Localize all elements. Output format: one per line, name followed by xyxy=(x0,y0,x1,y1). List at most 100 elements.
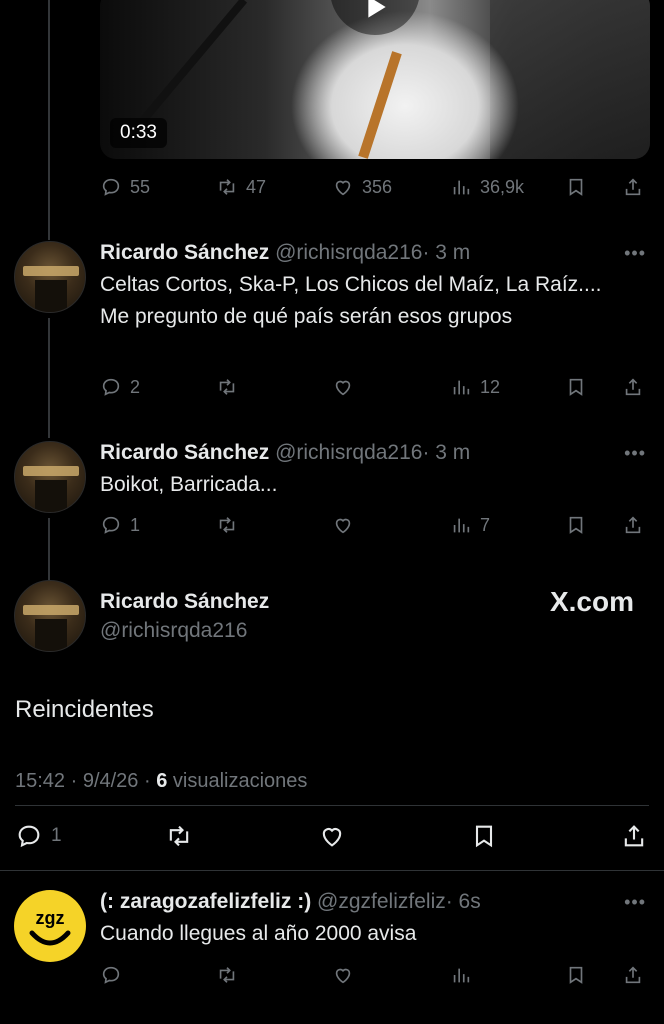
author-handle[interactable]: @richisrqda216 xyxy=(275,441,422,464)
views-button[interactable] xyxy=(450,964,472,986)
tweet-actions xyxy=(100,960,650,990)
retweet-count: 47 xyxy=(246,176,267,197)
share-button[interactable] xyxy=(622,376,644,398)
more-icon[interactable]: ••• xyxy=(624,443,646,464)
author-handle[interactable]: @zgzfelizfeliz xyxy=(317,890,446,913)
avatar[interactable] xyxy=(14,441,86,513)
divider xyxy=(0,870,664,871)
more-icon[interactable]: ••• xyxy=(624,892,646,913)
like-icon xyxy=(335,968,351,984)
like-button[interactable]: 356 xyxy=(332,176,392,198)
tweet-actions: 55 47 356 36,9k xyxy=(100,172,650,202)
reply-button[interactable]: 55 xyxy=(100,176,150,198)
retweet-icon xyxy=(219,179,235,195)
tweet-text: Cuando llegues al año 2000 avisa xyxy=(100,922,417,945)
video-duration: 0:33 xyxy=(110,118,167,148)
tweet-time: · 6s xyxy=(445,890,481,913)
bookmark-icon xyxy=(569,378,583,396)
like-icon xyxy=(322,828,342,847)
like-button[interactable] xyxy=(332,376,354,398)
views-icon xyxy=(453,518,470,533)
tweet-actions: 2 12 xyxy=(100,372,650,402)
bookmark-icon xyxy=(569,516,583,534)
tweet-text: Boikot, Barricada... xyxy=(100,473,278,496)
author-name[interactable]: Ricardo Sánchez xyxy=(100,590,269,614)
retweet-icon xyxy=(219,967,235,983)
avatar[interactable] xyxy=(14,580,86,652)
tweet-text: Reincidentes xyxy=(15,696,154,723)
thread-line xyxy=(48,0,50,240)
reply-icon xyxy=(102,516,120,534)
views-count: 36,9k xyxy=(480,176,525,197)
views-label: visualizaciones xyxy=(167,770,308,792)
views-count: 7 xyxy=(480,514,491,535)
retweet-button[interactable] xyxy=(165,822,193,850)
author-name[interactable]: (: zaragozafelizfeliz :) xyxy=(100,890,311,913)
reply-button[interactable] xyxy=(100,964,122,986)
share-icon xyxy=(625,966,641,984)
tweet-timestamp: 15:42 · 9/4/26 · xyxy=(15,770,157,792)
share-button[interactable] xyxy=(622,964,644,986)
views-icon xyxy=(453,968,470,983)
tweet-text: Celtas Cortos, Ska-P, Los Chicos del Maí… xyxy=(100,273,602,328)
retweet-button[interactable] xyxy=(216,514,238,536)
share-icon xyxy=(625,378,641,396)
share-icon xyxy=(625,516,641,534)
tweet-actions: 1 xyxy=(15,820,655,856)
retweet-button[interactable] xyxy=(216,964,238,986)
reply-icon xyxy=(102,966,120,984)
bookmark-button[interactable] xyxy=(470,822,498,850)
tweet-actions: 1 7 xyxy=(100,510,650,540)
tweet-header: Ricardo Sánchez @richisrqda216· 3 m xyxy=(100,441,470,465)
author-handle[interactable]: @richisrqda216 xyxy=(275,241,422,264)
reply-icon xyxy=(102,178,120,196)
bookmark-icon xyxy=(569,178,583,196)
share-button[interactable] xyxy=(622,176,644,198)
share-button[interactable] xyxy=(620,822,648,850)
author-name[interactable]: Ricardo Sánchez xyxy=(100,241,269,264)
bookmark-button[interactable] xyxy=(565,964,587,986)
thread-line xyxy=(48,318,50,438)
like-button[interactable] xyxy=(332,514,354,536)
reply-count: 1 xyxy=(130,514,141,535)
video-player[interactable] xyxy=(100,0,650,159)
retweet-button[interactable]: 47 xyxy=(216,176,266,198)
reply-button[interactable]: 1 xyxy=(15,822,62,850)
like-button[interactable] xyxy=(318,822,346,850)
retweet-icon xyxy=(169,825,189,847)
views-icon xyxy=(453,380,470,395)
avatar[interactable]: zgz xyxy=(14,890,86,962)
more-icon[interactable]: ••• xyxy=(624,243,646,264)
tweet-time: · 3 m xyxy=(422,241,471,264)
avatar[interactable] xyxy=(14,241,86,313)
like-count: 356 xyxy=(362,176,393,197)
views-button[interactable]: 36,9k xyxy=(450,176,524,198)
views-icon xyxy=(453,180,470,195)
retweet-icon xyxy=(219,379,235,395)
reply-count: 55 xyxy=(130,176,151,197)
reply-icon xyxy=(18,825,40,848)
like-icon xyxy=(335,518,351,534)
tweet-time: · 3 m xyxy=(422,441,471,464)
retweet-button[interactable] xyxy=(216,376,238,398)
author-name[interactable]: Ricardo Sánchez xyxy=(100,441,269,464)
like-icon xyxy=(335,180,351,196)
bookmark-button[interactable] xyxy=(565,514,587,536)
author-handle[interactable]: @richisrqda216 xyxy=(100,619,247,643)
reply-button[interactable]: 1 xyxy=(100,514,140,536)
views-button[interactable]: 7 xyxy=(450,514,490,536)
views-button[interactable]: 12 xyxy=(450,376,500,398)
video-microphone xyxy=(131,0,248,133)
views-number: 6 xyxy=(156,770,168,792)
bookmark-icon xyxy=(475,825,493,848)
share-button[interactable] xyxy=(622,514,644,536)
reply-button[interactable]: 2 xyxy=(100,376,140,398)
bookmark-button[interactable] xyxy=(565,176,587,198)
like-button[interactable] xyxy=(332,964,354,986)
play-icon xyxy=(368,0,386,18)
views-count: 12 xyxy=(480,376,501,397)
avatar-text: zgz xyxy=(35,907,65,928)
reply-count: 1 xyxy=(51,825,62,846)
tweet-header: (: zaragozafelizfeliz :) @zgzfelizfeliz·… xyxy=(100,890,481,914)
bookmark-button[interactable] xyxy=(565,376,587,398)
